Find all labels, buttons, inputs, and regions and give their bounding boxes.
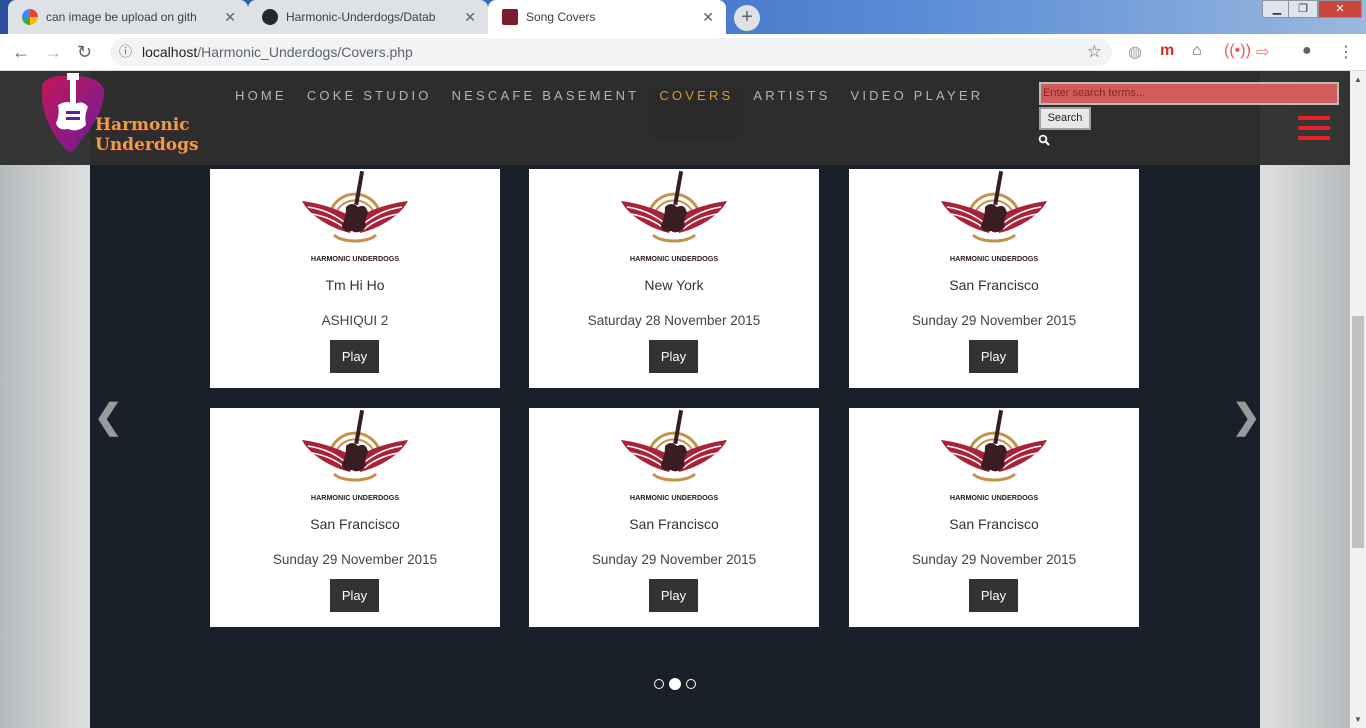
scrollbar-thumb[interactable] (1352, 316, 1364, 548)
play-button[interactable]: Play (330, 340, 379, 373)
url-host: localhost (142, 44, 198, 60)
home-icon[interactable]: ⌂ (1192, 42, 1202, 60)
carousel-indicators (654, 678, 701, 690)
tab-title: Song Covers (526, 10, 596, 24)
site-logo-text[interactable]: Harmonic Underdogs (95, 115, 199, 155)
info-icon[interactable]: ⓘ (119, 38, 132, 66)
browser-tab-2[interactable]: Harmonic-Underdogs/Database1 ✕ (248, 0, 488, 34)
reload-icon[interactable]: ↻ (77, 42, 92, 63)
page-scrollbar[interactable]: ▲ ▼ (1350, 71, 1366, 728)
close-tab-icon[interactable]: ✕ (702, 9, 714, 26)
card-brand-text: HARMONIC UNDERDOGS (311, 493, 399, 502)
card-title: San Francisco (949, 277, 1039, 293)
menu-dots-icon[interactable]: ⋮ (1338, 42, 1354, 62)
close-tab-icon[interactable]: ✕ (224, 9, 236, 26)
card-subtitle: Sunday 29 November 2015 (272, 552, 438, 567)
cover-card: HARMONIC UNDERDOGS Tm Hi Ho ASHIQUI 2 Pl… (210, 169, 500, 388)
browser-toolbar: ← → ↻ ⓘ localhost/Harmonic_Underdogs/Cov… (0, 34, 1366, 71)
covers-section: HARMONIC UNDERDOGS Tm Hi Ho ASHIQUI 2 Pl… (90, 71, 1261, 728)
card-title: Tm Hi Ho (325, 277, 385, 293)
site-header: Harmonic Underdogs HOME COKE STUDIO NESC… (0, 71, 1350, 165)
card-subtitle: Sunday 29 November 2015 (591, 552, 757, 567)
github-icon (262, 9, 278, 25)
card-subtitle: Saturday 28 November 2015 (587, 313, 761, 328)
close-tab-icon[interactable]: ✕ (464, 9, 476, 26)
carousel-dot[interactable] (654, 679, 664, 689)
back-arrow-icon[interactable]: ← (12, 42, 30, 63)
harmonic-underdogs-art: HARMONIC UNDERDOGS (302, 170, 408, 263)
nav-video-player[interactable]: VIDEO PLAYER (840, 88, 993, 122)
nav-covers[interactable]: COVERS (649, 88, 744, 138)
card-title: San Francisco (949, 516, 1039, 532)
carousel-next-icon[interactable]: ❯ (1232, 397, 1261, 437)
nav-artists[interactable]: ARTISTS (743, 88, 840, 122)
card-brand-text: HARMONIC UNDERDOGS (950, 493, 1038, 502)
card-title: New York (644, 277, 704, 293)
search-input[interactable]: Enter search terms... (1039, 82, 1339, 105)
browser-tab-3[interactable]: Song Covers ✕ (488, 0, 726, 34)
forward-arrow-icon[interactable]: → (44, 42, 62, 63)
card-subtitle: ASHIQUI 2 (321, 313, 389, 328)
scroll-up-arrow-icon[interactable]: ▲ (1354, 75, 1362, 84)
tab-title: can image be upload on github r (46, 10, 196, 24)
card-brand-text: HARMONIC UNDERDOGS (630, 493, 718, 502)
browser-tab-strip: can image be upload on github r ✕ Harmon… (0, 0, 1366, 34)
hamburger-menu-icon[interactable] (1298, 116, 1330, 146)
scroll-down-arrow-icon[interactable]: ▼ (1354, 715, 1362, 724)
harmonic-underdogs-art: HARMONIC UNDERDOGS (941, 409, 1047, 502)
card-subtitle: Sunday 29 November 2015 (911, 313, 1077, 328)
card-brand-text: HARMONIC UNDERDOGS (311, 254, 399, 263)
address-bar[interactable]: ⓘ localhost/Harmonic_Underdogs/Covers.ph… (110, 38, 1112, 66)
url-path: /Harmonic_Underdogs/Covers.php (197, 44, 413, 60)
play-button[interactable]: Play (649, 579, 698, 612)
new-tab-button[interactable]: + (734, 5, 760, 31)
globe-extension-icon[interactable]: ◍ (1128, 42, 1142, 62)
carousel-prev-icon[interactable]: ❮ (94, 397, 123, 437)
carousel-dot[interactable] (686, 679, 696, 689)
play-button[interactable]: Play (330, 579, 379, 612)
harmonic-underdogs-art: HARMONIC UNDERDOGS (302, 409, 408, 502)
tab-title: Harmonic-Underdogs/Database1 (286, 10, 436, 24)
nav-home[interactable]: HOME (225, 88, 297, 122)
google-icon (22, 9, 38, 25)
nav-coke-studio[interactable]: COKE STUDIO (297, 88, 442, 122)
main-nav: HOME COKE STUDIO NESCAFE BASEMENT COVERS… (225, 88, 993, 138)
play-button[interactable]: Play (649, 340, 698, 373)
carousel-dot[interactable] (669, 678, 681, 690)
profile-icon[interactable]: ● (1302, 42, 1312, 60)
arrow-extension-icon[interactable]: ⇨ (1256, 42, 1269, 62)
harmonic-underdogs-art: HARMONIC UNDERDOGS (621, 409, 727, 502)
cover-card: HARMONIC UNDERDOGS San Francisco Sunday … (210, 408, 500, 627)
m-extension-icon[interactable]: m (1160, 42, 1174, 60)
page-viewport: HARMONIC UNDERDOGS Tm Hi Ho ASHIQUI 2 Pl… (0, 71, 1350, 728)
card-title: San Francisco (310, 516, 400, 532)
logo-line-2: Underdogs (95, 135, 199, 155)
cover-card: HARMONIC UNDERDOGS San Francisco Sunday … (849, 408, 1139, 627)
nav-nescafe-basement[interactable]: NESCAFE BASEMENT (442, 88, 650, 122)
card-subtitle: Sunday 29 November 2015 (911, 552, 1077, 567)
card-brand-text: HARMONIC UNDERDOGS (630, 254, 718, 263)
play-button[interactable]: Play (969, 579, 1018, 612)
harmonic-underdogs-art: HARMONIC UNDERDOGS (621, 170, 727, 263)
harmonic-underdogs-art: HARMONIC UNDERDOGS (941, 170, 1047, 263)
harmonic-underdogs-icon (502, 9, 518, 25)
search-icon[interactable] (1038, 134, 1050, 146)
bookmark-star-icon[interactable]: ☆ (1087, 38, 1102, 66)
card-title: San Francisco (629, 516, 719, 532)
cover-card: HARMONIC UNDERDOGS New York Saturday 28 … (529, 169, 819, 388)
broadcast-extension-icon[interactable]: ((•)) (1224, 42, 1251, 60)
logo-line-1: Harmonic (95, 115, 190, 135)
maximize-window-button[interactable]: ❐ (1288, 0, 1318, 18)
browser-tab-1[interactable]: can image be upload on github r ✕ (8, 0, 248, 34)
play-button[interactable]: Play (969, 340, 1018, 373)
cover-card: HARMONIC UNDERDOGS San Francisco Sunday … (529, 408, 819, 627)
card-brand-text: HARMONIC UNDERDOGS (950, 254, 1038, 263)
search-button[interactable]: Search (1039, 107, 1091, 130)
close-window-button[interactable]: ✕ (1318, 0, 1362, 18)
cover-card: HARMONIC UNDERDOGS San Francisco Sunday … (849, 169, 1139, 388)
